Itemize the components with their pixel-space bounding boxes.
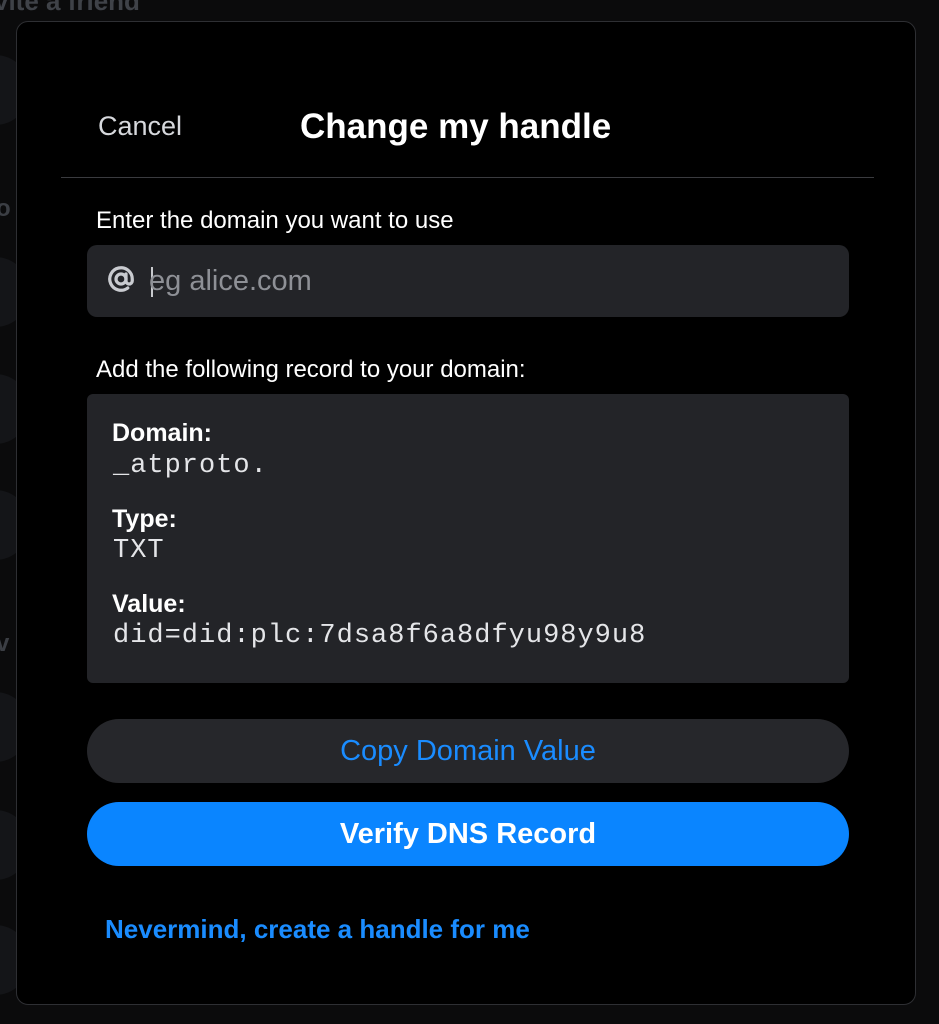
- nevermind-create-handle-link[interactable]: Nevermind, create a handle for me: [105, 914, 530, 945]
- dialog-title: Change my handle: [300, 107, 612, 146]
- record-value-value: did=did:plc:7dsa8f6a8dfyu98y9u8: [113, 621, 647, 651]
- record-domain-value: _atproto.: [113, 451, 268, 481]
- verify-dns-record-button[interactable]: Verify DNS Record: [87, 802, 849, 866]
- dns-record-box: Domain: _atproto. Type: TXT Value: did=d…: [87, 394, 849, 683]
- copy-domain-value-button[interactable]: Copy Domain Value: [87, 719, 849, 783]
- cancel-button[interactable]: Cancel: [98, 111, 182, 142]
- record-value-label: Value:: [112, 590, 186, 618]
- domain-input[interactable]: [149, 245, 829, 317]
- background-page-title: vite a friend: [0, 0, 140, 16]
- record-type-value: TXT: [113, 536, 165, 566]
- at-icon: [106, 264, 136, 294]
- background-text-fragment: o: [0, 195, 11, 222]
- change-handle-dialog: Cancel Change my handle Enter the domain…: [16, 21, 916, 1005]
- header-divider: [61, 177, 874, 178]
- record-type-label: Type:: [112, 505, 177, 533]
- domain-input-container[interactable]: [87, 245, 849, 317]
- background-text-fragment: v: [0, 630, 10, 657]
- record-intro-label: Add the following record to your domain:: [96, 356, 526, 383]
- record-domain-label: Domain:: [112, 419, 212, 447]
- domain-input-label: Enter the domain you want to use: [96, 207, 454, 234]
- dialog-header: Cancel Change my handle: [17, 22, 915, 179]
